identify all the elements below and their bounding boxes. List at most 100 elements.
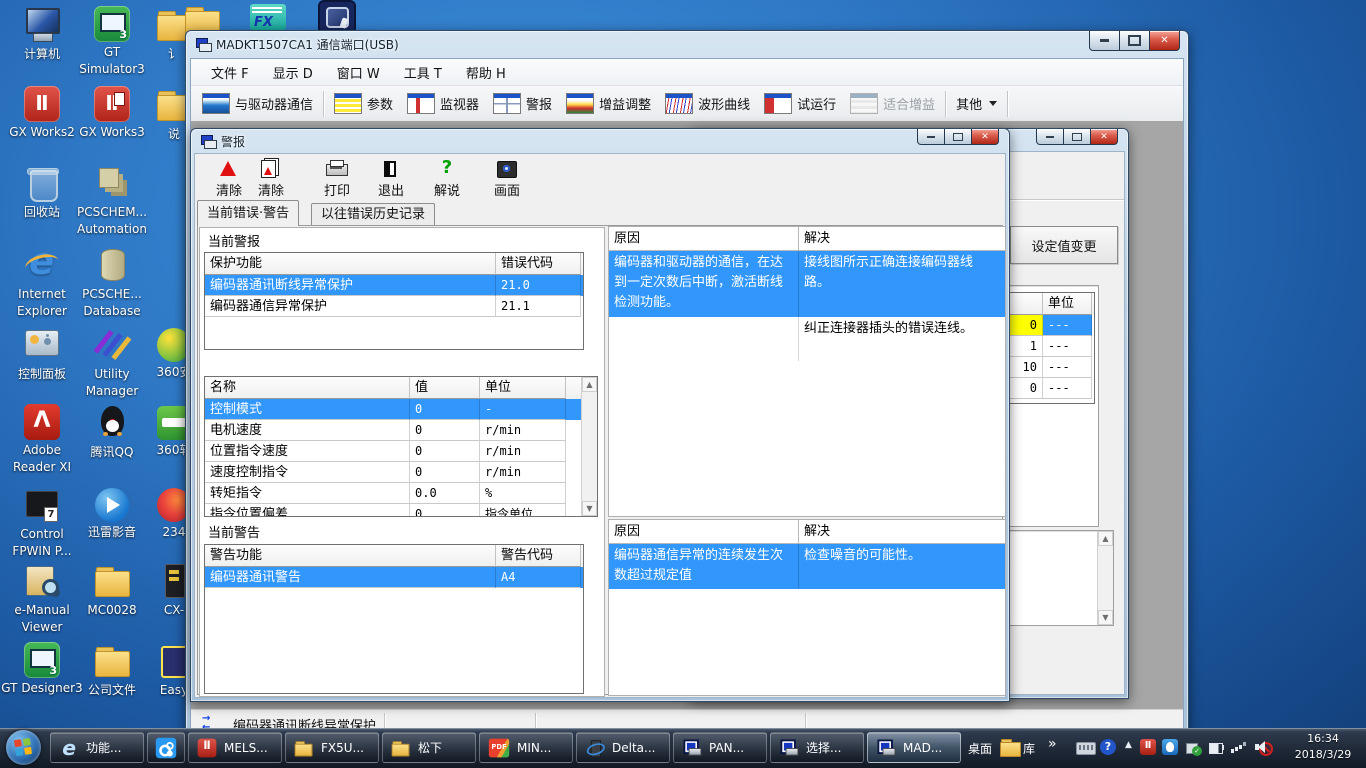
- taskbar-item-pdf[interactable]: MIN...: [479, 732, 573, 763]
- unit-cell[interactable]: 指令单位: [480, 504, 566, 517]
- menu-file[interactable]: 文件 F: [199, 60, 261, 85]
- library-label[interactable]: 库: [1023, 740, 1035, 757]
- help-tray-icon[interactable]: [1100, 739, 1116, 755]
- close-button[interactable]: ✕: [1149, 31, 1180, 51]
- minimize-button[interactable]: [1089, 31, 1120, 51]
- remedy-row[interactable]: 编码器和驱动器的通信，在达到一定次数后中断，激活断线检测功能。 接线图所示正确连…: [609, 251, 1005, 317]
- keyboard-icon[interactable]: [1076, 742, 1096, 755]
- menu-tools[interactable]: 工具 T: [392, 60, 454, 85]
- value-cell[interactable]: 0: [410, 504, 480, 517]
- unit-cell[interactable]: r/min: [480, 462, 566, 483]
- value-cell[interactable]: 0: [410, 462, 480, 483]
- unit-cell[interactable]: ---: [1043, 315, 1092, 336]
- minimize-button[interactable]: [917, 129, 945, 145]
- toolbar-trial-run-button[interactable]: 试运行: [757, 90, 843, 117]
- remedy-row[interactable]: 纠正连接器插头的错误连线。: [609, 317, 1005, 361]
- unit-cell[interactable]: ---: [1043, 336, 1092, 357]
- taskbar-item-baidu-cloud[interactable]: [147, 732, 185, 763]
- name-cell[interactable]: 位置指令速度: [205, 441, 410, 462]
- monitor-row[interactable]: 速度控制指令 0 r/min: [205, 462, 597, 483]
- toolbar-parameter-button[interactable]: 参数: [327, 90, 400, 117]
- desktop-icon-pcschematic-database[interactable]: PCSCHE... Database: [70, 246, 154, 321]
- name-header-cell[interactable]: 名称: [205, 377, 410, 399]
- monitor-row[interactable]: 转矩指令 0.0 %: [205, 483, 597, 504]
- monitor-row[interactable]: 控制模式 0 -: [205, 399, 597, 420]
- desktop-icon-pcschematic-automation[interactable]: PCSCHEM... Automation: [70, 164, 154, 239]
- tab-current-errors[interactable]: 当前错误·警告: [197, 200, 299, 226]
- unit-cell[interactable]: r/min: [480, 441, 566, 462]
- clear-history-button[interactable]: 清除: [247, 158, 295, 199]
- battery-icon[interactable]: [1208, 739, 1226, 756]
- warning-function-cell[interactable]: 编码器通讯警告: [205, 567, 496, 588]
- screen-button[interactable]: 画面: [483, 158, 531, 199]
- toolbar-overflow-chevron[interactable]: »: [1048, 736, 1057, 752]
- unit-cell[interactable]: ---: [1043, 378, 1092, 399]
- monitor-row[interactable]: 指令位置偏差 0 指令单位: [205, 504, 597, 517]
- unit-cell[interactable]: ---: [1043, 357, 1092, 378]
- name-cell[interactable]: 控制模式: [205, 399, 410, 420]
- name-cell[interactable]: 指令位置偏差: [205, 504, 410, 517]
- maximize-button[interactable]: [1063, 129, 1091, 145]
- library-folder-icon[interactable]: [1000, 737, 1018, 754]
- messenger-tray-icon[interactable]: [1162, 739, 1178, 755]
- toolbar-waveform-button[interactable]: 波形曲线: [658, 90, 757, 117]
- protection-cell[interactable]: 编码器通信异常保护: [205, 296, 496, 317]
- close-button[interactable]: ✕: [971, 129, 999, 145]
- scroll-up-icon[interactable]: ▲: [1098, 531, 1113, 546]
- menu-window[interactable]: 窗口 W: [325, 60, 392, 85]
- scroll-down-icon[interactable]: ▼: [582, 501, 597, 516]
- taskbar-item-melsoft[interactable]: MELS...: [188, 732, 282, 763]
- maximize-button[interactable]: [944, 129, 972, 145]
- clear-alarm-button[interactable]: 清除: [205, 158, 253, 199]
- touch-panel-icon[interactable]: [318, 0, 356, 34]
- value-header-cell[interactable]: 值: [410, 377, 480, 399]
- unit-cell[interactable]: r/min: [480, 420, 566, 441]
- monitor-row[interactable]: 电机速度 0 r/min: [205, 420, 597, 441]
- warning-code-header-cell[interactable]: 警告代码: [496, 545, 581, 567]
- value-cell[interactable]: 0.0: [410, 483, 480, 504]
- minimize-button[interactable]: [1036, 129, 1064, 145]
- toolbar-monitor-button[interactable]: 监视器: [400, 90, 486, 117]
- toolbar-other-button[interactable]: 其他: [949, 91, 1004, 116]
- alarm-row[interactable]: 编码器通信异常保护 21.1: [205, 296, 583, 317]
- monitor-row[interactable]: 位置指令速度 0 r/min: [205, 441, 597, 462]
- protection-header-cell[interactable]: 保护功能: [205, 253, 496, 275]
- value-cell[interactable]: 0: [410, 441, 480, 462]
- usb-device-icon[interactable]: [1184, 739, 1202, 756]
- alarm-window-titlebar[interactable]: 警报: [201, 133, 245, 150]
- scroll-up-icon[interactable]: ▲: [582, 377, 597, 392]
- vertical-scrollbar[interactable]: ▲ ▼: [581, 377, 597, 516]
- network-signal-icon[interactable]: [1230, 739, 1248, 756]
- menu-help[interactable]: 帮助 H: [454, 60, 518, 85]
- taskbar-clock[interactable]: 16:34 2018/3/29: [1286, 731, 1360, 763]
- volume-muted-icon[interactable]: [1254, 739, 1272, 756]
- name-cell[interactable]: 速度控制指令: [205, 462, 410, 483]
- warning-function-header-cell[interactable]: 警告功能: [205, 545, 496, 567]
- error-code-header-cell[interactable]: 错误代码: [496, 253, 581, 275]
- start-button[interactable]: [6, 730, 41, 765]
- desktop-toolbar-label[interactable]: 桌面: [968, 740, 992, 757]
- set-value-change-button[interactable]: 设定值变更: [1010, 226, 1118, 264]
- main-window-titlebar[interactable]: MADKT1507CA1 通信端口(USB): [196, 36, 399, 53]
- close-button[interactable]: ✕: [1090, 129, 1118, 145]
- taskbar-item-fx5u-folder[interactable]: FX5U...: [285, 732, 379, 763]
- toolbar-fit-gain-button[interactable]: 适合增益: [843, 90, 942, 117]
- warning-row[interactable]: 编码器通讯警告 A4: [205, 567, 583, 588]
- maximize-button[interactable]: [1119, 31, 1150, 51]
- taskbar-item-pan[interactable]: PAN...: [673, 732, 767, 763]
- vertical-scrollbar[interactable]: ▲ ▼: [1097, 531, 1113, 625]
- alarm-row[interactable]: 编码器通讯断线异常保护 21.0: [205, 275, 583, 296]
- unit-cell[interactable]: %: [480, 483, 566, 504]
- error-code-cell[interactable]: 21.0: [496, 275, 581, 296]
- value-cell[interactable]: 0: [410, 399, 480, 420]
- toolbar-communicate-button[interactable]: 与驱动器通信: [195, 90, 320, 117]
- taskbar-item-delta[interactable]: Delta...: [576, 732, 670, 763]
- menu-display[interactable]: 显示 D: [261, 60, 325, 85]
- partial-folder-icon[interactable]: [182, 2, 208, 30]
- name-cell[interactable]: 转矩指令: [205, 483, 410, 504]
- toolbar-alarm-button[interactable]: 警报: [486, 90, 559, 117]
- taskbar-item-panasonic-folder[interactable]: 松下: [382, 732, 476, 763]
- fx-tool-icon[interactable]: [250, 4, 286, 30]
- toolbar-gain-tuning-button[interactable]: 增益调整: [559, 90, 658, 117]
- print-button[interactable]: 打印: [313, 158, 361, 199]
